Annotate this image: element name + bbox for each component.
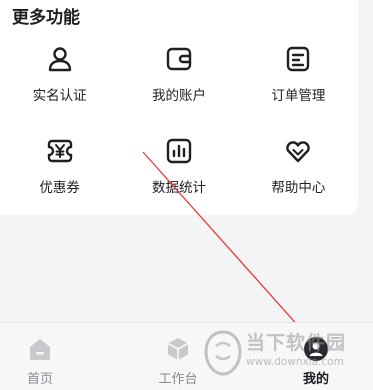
feature-label: 帮助中心 [271,180,326,196]
feature-coupon[interactable]: 优惠券 [0,132,119,212]
profile-icon [304,337,328,361]
bottom-tab-bar: 首页 工作台 我的 [0,322,373,390]
feature-order-management[interactable]: 订单管理 [239,40,358,120]
home-icon [30,339,50,360]
feature-label: 数据统计 [151,180,206,196]
more-features-card: 更多功能 实名认证 我的账户 订单管理 优惠券 数据统计 帮助中心 [0,0,358,215]
wallet-icon [166,47,192,71]
tab-label: 工作台 [158,372,198,387]
feature-label: 实名认证 [32,88,87,104]
tab-label: 首页 [26,372,53,387]
tab-home[interactable]: 首页 [0,323,80,390]
workbench-cube-icon [167,338,189,360]
feature-label: 订单管理 [271,88,326,104]
bar-chart-icon [166,138,192,164]
feature-help-center[interactable]: 帮助中心 [239,132,358,212]
tab-label: 我的 [302,372,329,387]
feature-grid: 实名认证 我的账户 订单管理 优惠券 数据统计 帮助中心 [0,40,358,212]
order-doc-icon [287,46,310,72]
feature-real-name-auth[interactable]: 实名认证 [0,40,119,120]
tab-mine[interactable]: 我的 [276,323,356,390]
feature-label: 我的账户 [151,88,206,104]
person-icon [48,47,71,72]
feature-label: 优惠券 [39,180,80,196]
feature-data-statistics[interactable]: 数据统计 [119,132,238,212]
heart-icon [286,141,311,163]
feature-my-account[interactable]: 我的账户 [119,40,238,120]
tab-workbench[interactable]: 工作台 [138,323,218,390]
coupon-icon [47,139,72,163]
section-title: 更多功能 [12,8,80,28]
